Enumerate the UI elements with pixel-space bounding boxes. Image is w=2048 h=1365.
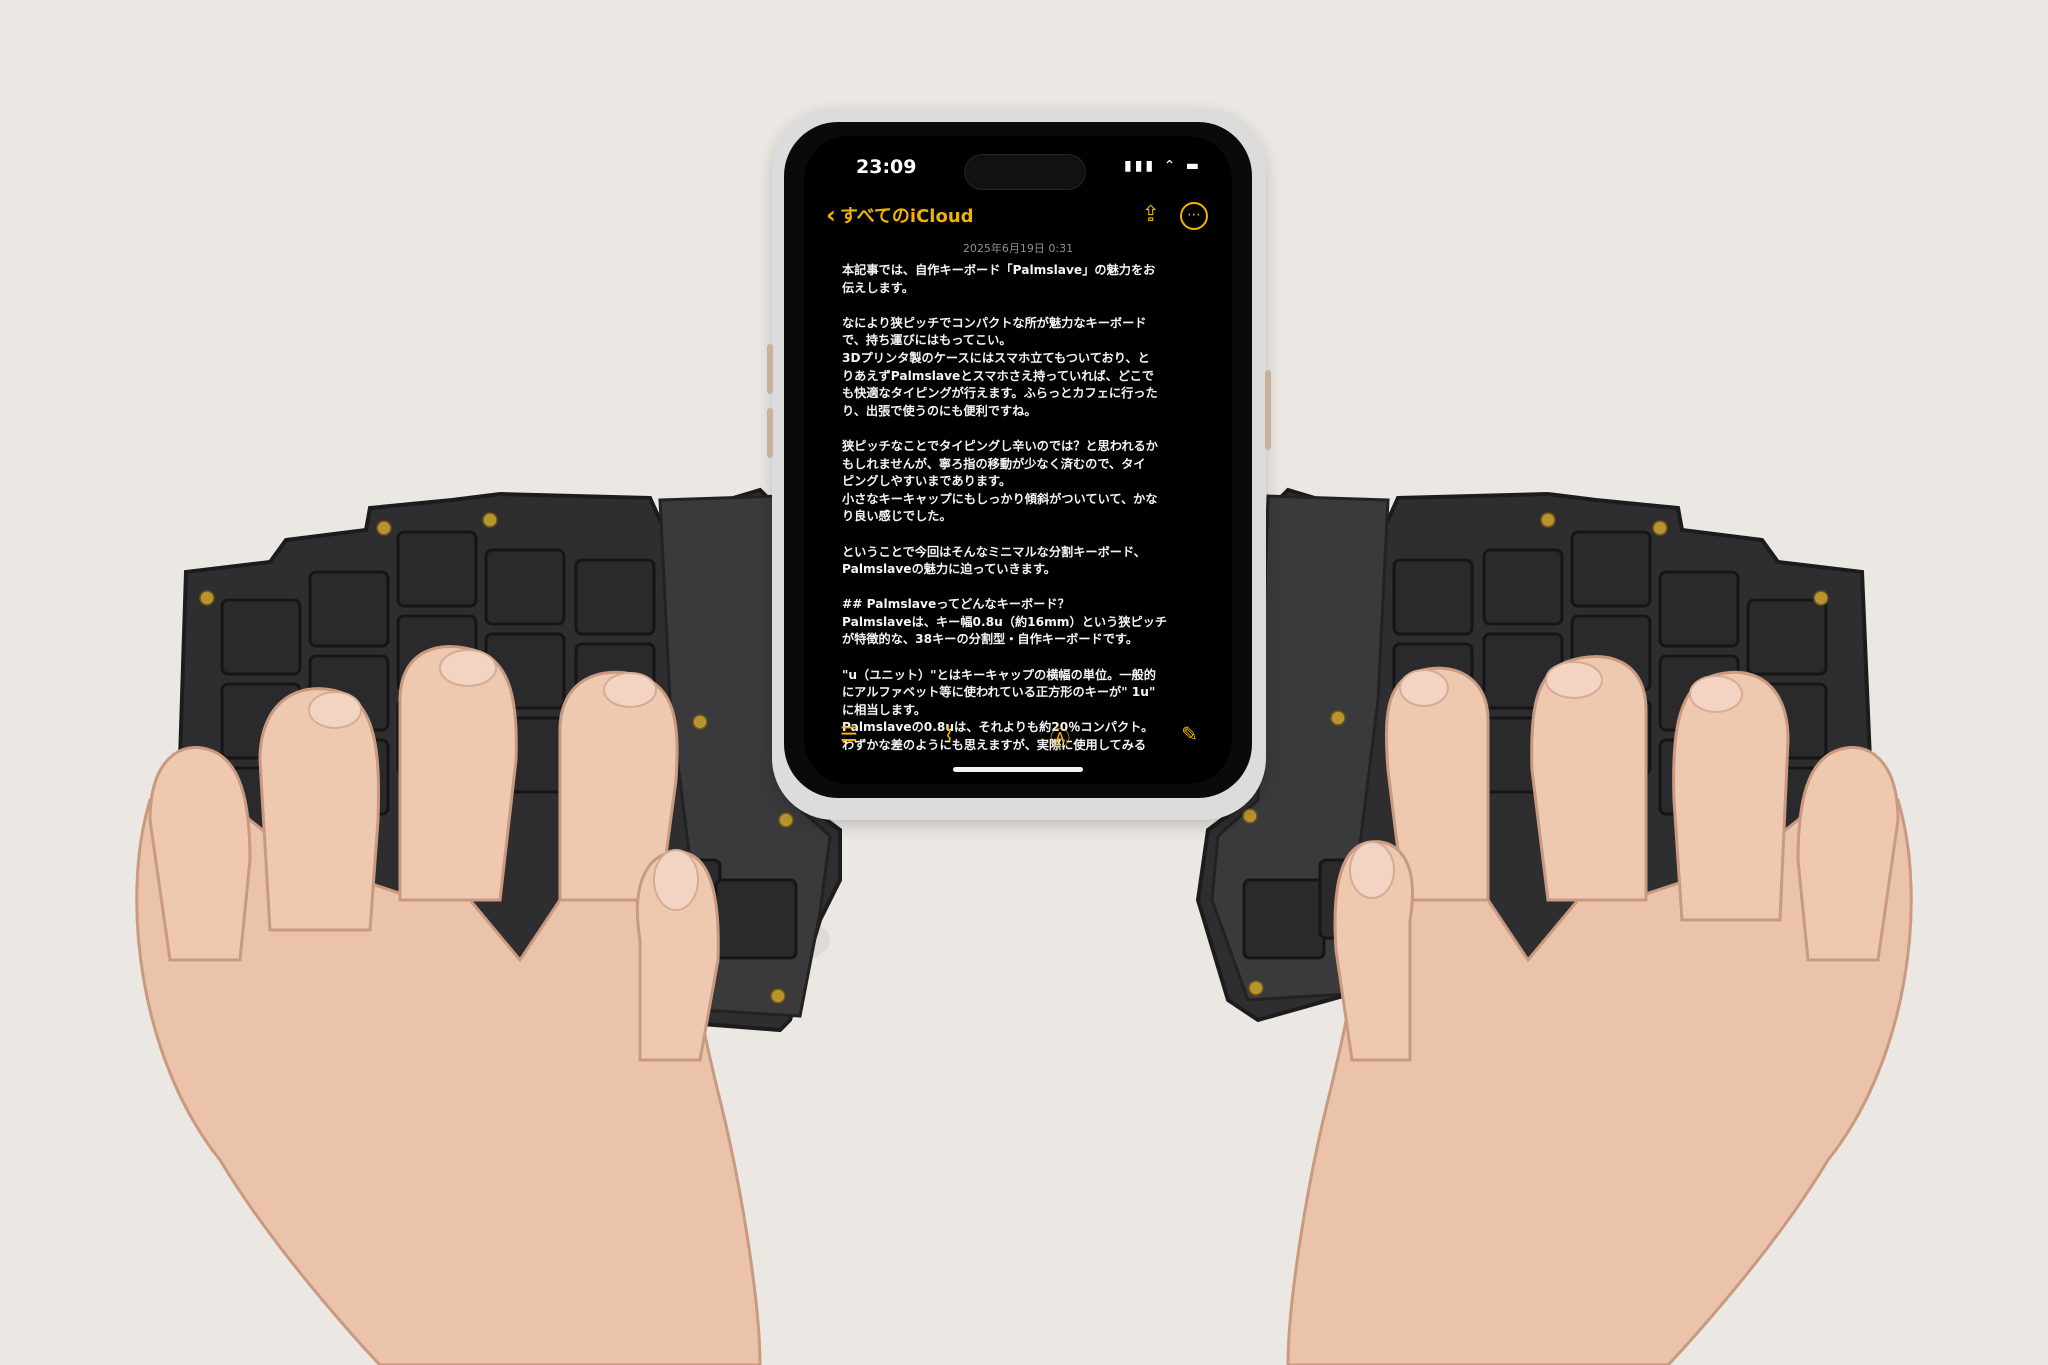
- note-line: ## Palmslaveってどんなキーボード？: [842, 597, 1070, 612]
- share-icon[interactable]: ⇪: [1142, 202, 1160, 227]
- notes-toolbar: ☰ ⌇ Ⓐ ✎: [804, 722, 1232, 751]
- home-indicator: [953, 767, 1083, 772]
- power-button: [1265, 370, 1271, 450]
- back-button[interactable]: ‹ すべてのiCloud: [826, 202, 974, 228]
- back-button-label: すべてのiCloud: [839, 206, 974, 227]
- note-line: で、持ち運びにはもってこい。: [842, 333, 1012, 348]
- note-blank-line: [842, 420, 1202, 438]
- note-blank-line: [842, 579, 1202, 597]
- note-line: にアルファベット等に使われている正方形のキーが" 1u": [842, 685, 1156, 700]
- volume-up-button: [767, 344, 773, 394]
- note-line: り、出張で使うのにも便利ですね。: [842, 403, 1037, 418]
- note-line: りあえずPalmslaveとスマホさえ持っていれば、どこで: [842, 368, 1154, 383]
- note-blank-line: [842, 649, 1202, 667]
- note-line: も快適なタイピングが行えます。ふらっとカフェに行った: [842, 386, 1158, 401]
- paperclip-icon[interactable]: ⌇: [944, 722, 954, 746]
- note-line: が特徴的な、38キーの分割型・自作キーボードです。: [842, 632, 1139, 647]
- status-bar: 23:09 ▮▮▮ ⌃ ▬: [804, 154, 1232, 190]
- note-line: 伝えします。: [842, 280, 914, 295]
- ellipsis-circle-icon[interactable]: ⋯: [1180, 202, 1208, 230]
- note-body[interactable]: 本記事では、自作キーボード「Palmslave」の魅力をお 伝えします。なにより狭…: [842, 262, 1202, 755]
- markup-icon[interactable]: Ⓐ: [1050, 722, 1070, 751]
- note-line: り良い感じでした。: [842, 509, 952, 524]
- dynamic-island: [964, 154, 1086, 190]
- note-line: "u（ユニット）"とはキーキャップの横幅の単位。一般的: [842, 667, 1156, 682]
- status-time: 23:09: [856, 156, 917, 178]
- note-line: なにより狭ピッチでコンパクトな所が魅力なキーボード: [842, 315, 1147, 330]
- note-line: Palmslaveは、キー幅0.8u（約16mm）という狭ピッチ: [842, 614, 1168, 629]
- note-line: 3Dプリンタ製のケースにはスマホ立てもついており、と: [842, 350, 1150, 365]
- chevron-left-icon: ‹: [826, 201, 836, 229]
- checklist-icon[interactable]: ☰: [840, 722, 858, 746]
- note-line: ピングしやすいまであります。: [842, 474, 1012, 489]
- volume-down-button: [767, 408, 773, 458]
- status-icons: ▮▮▮ ⌃ ▬: [1124, 158, 1202, 174]
- note-date: 2025年6月19日 0:31: [962, 242, 1074, 255]
- note-line: Palmslaveの魅力に迫っていきます。: [842, 562, 1056, 577]
- phone-screen: 23:09 ▮▮▮ ⌃ ▬ ‹ すべてのiCloud ⇪ ⋯ 2025年6月19…: [804, 136, 1232, 784]
- note-line: に相当します。: [842, 702, 927, 717]
- note-line: 小さなキーキャップにもしっかり傾斜がついていて、かな: [842, 491, 1158, 506]
- note-line: もしれませんが、寧ろ指の移動が少なく済むので、タイ: [842, 456, 1146, 471]
- smartphone: 23:09 ▮▮▮ ⌃ ▬ ‹ すべてのiCloud ⇪ ⋯ 2025年6月19…: [767, 108, 1271, 820]
- note-line: 狭ピッチなことでタイピングし辛いのでは？と思われるか: [842, 438, 1158, 453]
- note-line: ということで今回はそんなミニマルな分割キーボード、: [842, 544, 1146, 559]
- compose-icon[interactable]: ✎: [1181, 722, 1198, 746]
- note-line: 本記事では、自作キーボード「Palmslave」の魅力をお: [842, 263, 1156, 277]
- notes-nav-bar: ‹ すべてのiCloud ⇪ ⋯: [804, 202, 1232, 236]
- note-blank-line: [842, 526, 1202, 544]
- phone-bezel: 23:09 ▮▮▮ ⌃ ▬ ‹ すべてのiCloud ⇪ ⋯ 2025年6月19…: [784, 122, 1252, 798]
- note-blank-line: [842, 297, 1202, 315]
